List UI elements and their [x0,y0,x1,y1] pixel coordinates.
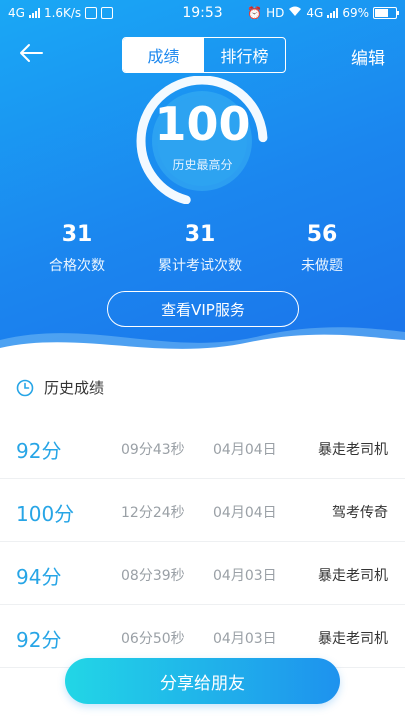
clock-icon [16,379,34,396]
status-right: ⏰ HD 4G 69% [247,6,399,20]
best-score-label: 历史最高分 [172,158,233,172]
history-list: 92分 09分43秒 04月04日 暴走老司机 100分 12分24秒 04月0… [0,416,405,668]
stat-total-exams-label: 累计考试次数 [158,258,242,274]
row-title: 暴走老司机 [318,442,388,458]
row-date: 04月04日 [213,442,277,458]
row-title: 暴走老司机 [318,631,388,647]
wave-divider [0,327,405,360]
stat-undone-value: 56 [306,222,338,247]
history-title: 历史成绩 [44,379,105,397]
row-duration: 08分39秒 [121,568,185,584]
battery-percent: 69% [342,6,369,20]
row-date: 04月03日 [213,631,277,647]
status-bar: 4G 1.6K/s 19:53 ⏰ HD 4G 69% [0,0,405,28]
hd-label: HD [266,6,285,20]
network-type-right: 4G [306,6,324,20]
edit-button[interactable]: 编辑 [351,44,385,69]
share-button[interactable]: 分享给朋友 [65,658,340,704]
row-duration: 09分43秒 [121,442,185,458]
history-header: 历史成绩 [16,377,104,398]
stat-total-exams: 31 累计考试次数 [140,222,260,275]
back-button[interactable] [18,40,54,68]
row-score: 92分 [16,439,62,463]
row-duration: 12分24秒 [121,505,185,521]
row-title: 驾考传奇 [332,505,388,521]
tab-leaderboard[interactable]: 排行榜 [204,38,285,72]
row-score: 94分 [16,565,62,589]
stat-total-exams-value: 31 [184,222,216,247]
hero-panel: 4G 1.6K/s 19:53 ⏰ HD 4G 69% 成绩 排行榜 编辑 10… [0,0,405,360]
row-title: 暴走老司机 [318,568,388,584]
stat-passed-value: 31 [61,222,93,247]
tab-scores[interactable]: 成绩 [123,38,204,72]
row-date: 04月04日 [213,505,277,521]
stat-passed-label: 合格次数 [49,258,105,274]
stat-undone-label: 未做题 [301,258,343,274]
battery-icon [373,7,399,19]
history-row[interactable]: 94分 08分39秒 04月03日 暴走老司机 [0,542,405,605]
row-score: 100分 [16,502,75,526]
row-date: 04月03日 [213,568,277,584]
signal-icon-right [327,8,339,18]
stat-passed: 31 合格次数 [17,222,137,275]
back-arrow-icon [20,44,43,62]
best-score: 100 [154,97,251,151]
row-duration: 06分50秒 [121,631,185,647]
tab-switcher: 成绩 排行榜 [122,37,286,73]
history-row[interactable]: 92分 09分43秒 04月04日 暴走老司机 [0,416,405,479]
history-row[interactable]: 100分 12分24秒 04月04日 驾考传奇 [0,479,405,542]
wifi-icon [288,6,302,20]
alarm-icon: ⏰ [247,6,263,20]
stat-undone: 56 未做题 [262,222,382,275]
row-score: 92分 [16,628,62,652]
